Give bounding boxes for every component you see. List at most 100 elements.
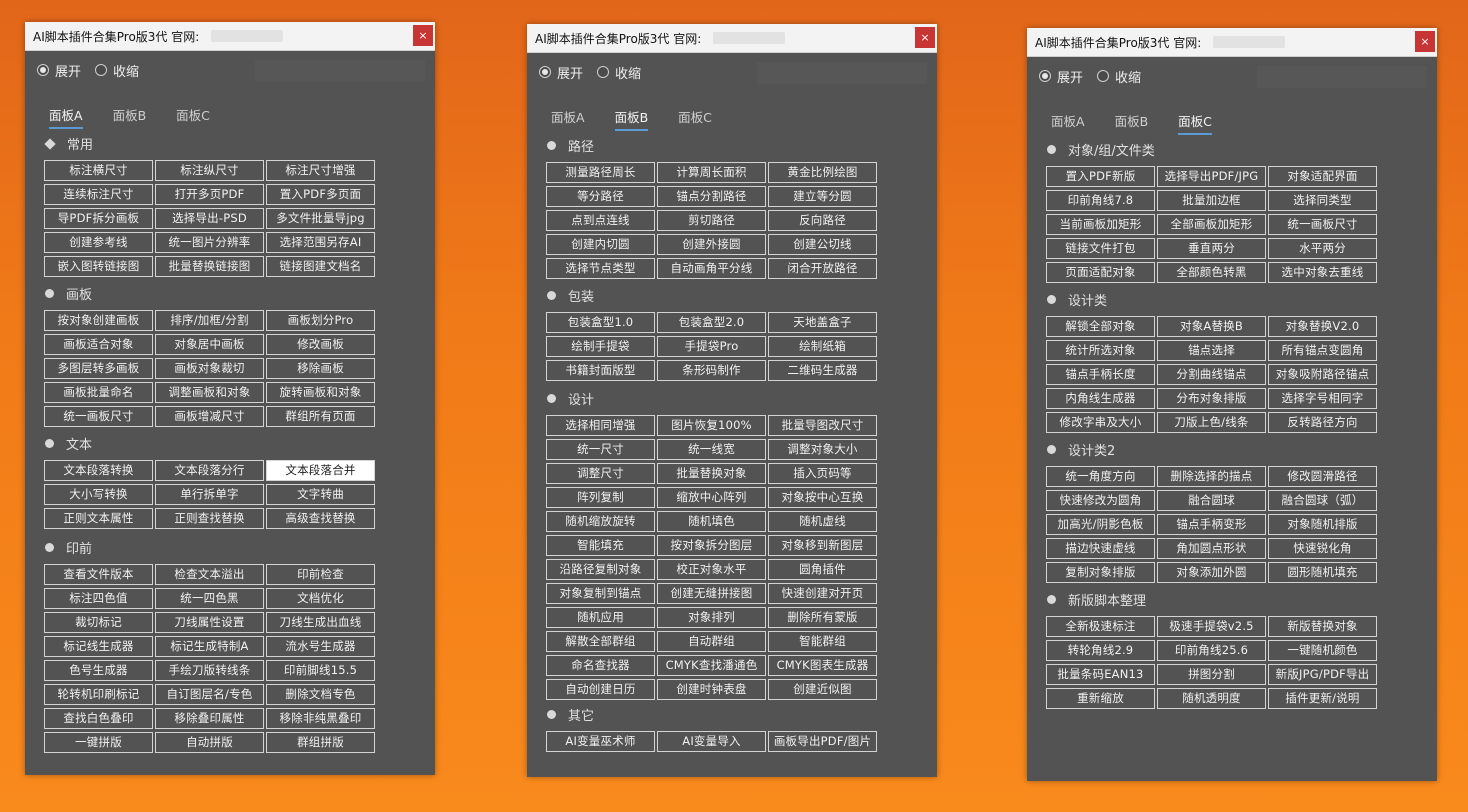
script-button[interactable]: 剪切路径 [657, 210, 766, 231]
script-button[interactable]: 圆角插件 [768, 559, 877, 580]
tab-panel-b[interactable]: 面板B [113, 105, 147, 129]
script-button[interactable]: 批量导图改尺寸 [768, 415, 877, 436]
mode-collapse[interactable]: 收缩 [1097, 67, 1141, 86]
script-button[interactable]: 计算周长面积 [657, 162, 766, 183]
script-button[interactable]: 天地盖盒子 [768, 312, 877, 333]
script-button[interactable]: 选择同类型 [1268, 190, 1377, 211]
script-button[interactable]: 反转路径方向 [1268, 412, 1377, 433]
script-button[interactable]: 统一四色黑 [155, 588, 264, 609]
script-button[interactable]: 旋转画板和对象 [266, 382, 375, 403]
script-button[interactable]: 裁切标记 [44, 612, 153, 633]
script-button[interactable]: 阵列复制 [546, 487, 655, 508]
script-button[interactable]: 群组拼版 [266, 732, 375, 753]
script-button[interactable]: 绘制纸箱 [768, 336, 877, 357]
script-button[interactable]: 删除文档专色 [266, 684, 375, 705]
script-button[interactable]: 分布对象排版 [1157, 388, 1266, 409]
script-button[interactable]: 统一画板尺寸 [1268, 214, 1377, 235]
script-button[interactable]: CMYK图表生成器 [768, 655, 877, 676]
script-button[interactable]: 修改圆滑路径 [1268, 466, 1377, 487]
script-button[interactable]: 链接图建文档名 [266, 256, 375, 277]
script-button[interactable]: 快速修改为圆角 [1046, 490, 1155, 511]
tab-panel-a[interactable]: 面板A [49, 105, 83, 129]
script-button[interactable]: 重新缩放 [1046, 688, 1155, 709]
script-button[interactable]: 创建无缝拼接图 [657, 583, 766, 604]
script-button[interactable]: 命名查找器 [546, 655, 655, 676]
close-button[interactable]: × [413, 25, 433, 46]
script-button[interactable]: 打开多页PDF [155, 184, 264, 205]
script-button[interactable]: 标注横尺寸 [44, 160, 153, 181]
script-button[interactable]: 统一画板尺寸 [44, 406, 153, 427]
script-button[interactable]: 新版替换对象 [1268, 616, 1377, 637]
script-button[interactable]: 创建参考线 [44, 232, 153, 253]
script-button[interactable]: 大小写转换 [44, 484, 153, 505]
script-button[interactable]: 高级查找替换 [266, 508, 375, 529]
script-button[interactable]: 对象适配界面 [1268, 166, 1377, 187]
script-button[interactable]: 包装盒型2.0 [657, 312, 766, 333]
script-button[interactable]: 批量替换对象 [657, 463, 766, 484]
tab-panel-b[interactable]: 面板B [614, 107, 649, 131]
script-button[interactable]: AI变量导入 [657, 731, 766, 752]
script-button[interactable]: 书籍封面版型 [546, 360, 655, 381]
script-button[interactable]: 加高光/阴影色板 [1046, 514, 1155, 535]
script-button[interactable]: 修改画板 [266, 334, 375, 355]
script-button[interactable]: 文本段落合并 [266, 460, 375, 481]
tab-panel-a[interactable]: 面板A [1051, 111, 1085, 135]
script-button[interactable]: 移除叠印属性 [155, 708, 264, 729]
script-button[interactable]: 随机缩放旋转 [546, 511, 655, 532]
script-button[interactable]: 选择导出-PSD [155, 208, 264, 229]
script-button[interactable]: 对象随机排版 [1268, 514, 1377, 535]
script-button[interactable]: 对象居中画板 [155, 334, 264, 355]
script-button[interactable]: 多图层转多画板 [44, 358, 153, 379]
script-button[interactable]: 手绘刀版转线条 [155, 660, 264, 681]
script-button[interactable]: 全部颜色转黑 [1157, 262, 1266, 283]
script-button[interactable]: 置入PDF新版 [1046, 166, 1155, 187]
script-button[interactable]: 随机虚线 [768, 511, 877, 532]
script-button[interactable]: 统一角度方向 [1046, 466, 1155, 487]
script-button[interactable]: 统一线宽 [657, 439, 766, 460]
script-button[interactable]: 绘制手提袋 [546, 336, 655, 357]
script-button[interactable]: 删除选择的描点 [1157, 466, 1266, 487]
script-button[interactable]: 画板对象裁切 [155, 358, 264, 379]
script-button[interactable]: 文本段落转换 [44, 460, 153, 481]
script-button[interactable]: 轮转机印刷标记 [44, 684, 153, 705]
script-button[interactable]: 融合圆球（弧） [1268, 490, 1377, 511]
script-button[interactable]: 角加圆点形状 [1157, 538, 1266, 559]
script-button[interactable]: 批量条码EAN13 [1046, 664, 1155, 685]
script-button[interactable]: 选中对象去重线 [1268, 262, 1377, 283]
script-button[interactable]: 画板增减尺寸 [155, 406, 264, 427]
script-button[interactable]: 统一图片分辨率 [155, 232, 264, 253]
script-button[interactable]: 画板导出PDF/图片 [768, 731, 877, 752]
script-button[interactable]: 刀线属性设置 [155, 612, 264, 633]
script-button[interactable]: 二维码生成器 [768, 360, 877, 381]
mode-expand[interactable]: 展开 [37, 61, 81, 80]
script-button[interactable]: 描边快速虚线 [1046, 538, 1155, 559]
script-button[interactable]: 删除所有蒙版 [768, 607, 877, 628]
script-button[interactable]: 水平两分 [1268, 238, 1377, 259]
script-button[interactable]: 沿路径复制对象 [546, 559, 655, 580]
script-button[interactable]: 对象移到新图层 [768, 535, 877, 556]
script-button[interactable]: 选择导出PDF/JPG [1157, 166, 1266, 187]
script-button[interactable]: 创建近似图 [768, 679, 877, 700]
script-button[interactable]: 创建外接圆 [657, 234, 766, 255]
script-button[interactable]: 当前画板加矩形 [1046, 214, 1155, 235]
script-button[interactable]: 校正对象水平 [657, 559, 766, 580]
script-button[interactable]: CMYK查找潘通色 [657, 655, 766, 676]
script-button[interactable]: 创建时钟表盘 [657, 679, 766, 700]
script-button[interactable]: 手提袋Pro [657, 336, 766, 357]
mode-expand[interactable]: 展开 [1039, 67, 1083, 86]
close-button[interactable]: × [915, 27, 935, 48]
script-button[interactable]: 画板批量命名 [44, 382, 153, 403]
script-button[interactable]: 多文件批量导jpg [266, 208, 375, 229]
script-button[interactable]: 置入PDF多页面 [266, 184, 375, 205]
script-button[interactable]: 批量加边框 [1157, 190, 1266, 211]
script-button[interactable]: 智能填充 [546, 535, 655, 556]
script-button[interactable]: 正则文本属性 [44, 508, 153, 529]
tab-panel-b[interactable]: 面板B [1115, 111, 1149, 135]
script-button[interactable]: 内角线生成器 [1046, 388, 1155, 409]
mode-expand[interactable]: 展开 [539, 63, 583, 82]
script-button[interactable]: 选择相同增强 [546, 415, 655, 436]
script-button[interactable]: 对象添加外圆 [1157, 562, 1266, 583]
script-button[interactable]: 条形码制作 [657, 360, 766, 381]
script-button[interactable]: 查看文件版本 [44, 564, 153, 585]
script-button[interactable]: 调整画板和对象 [155, 382, 264, 403]
